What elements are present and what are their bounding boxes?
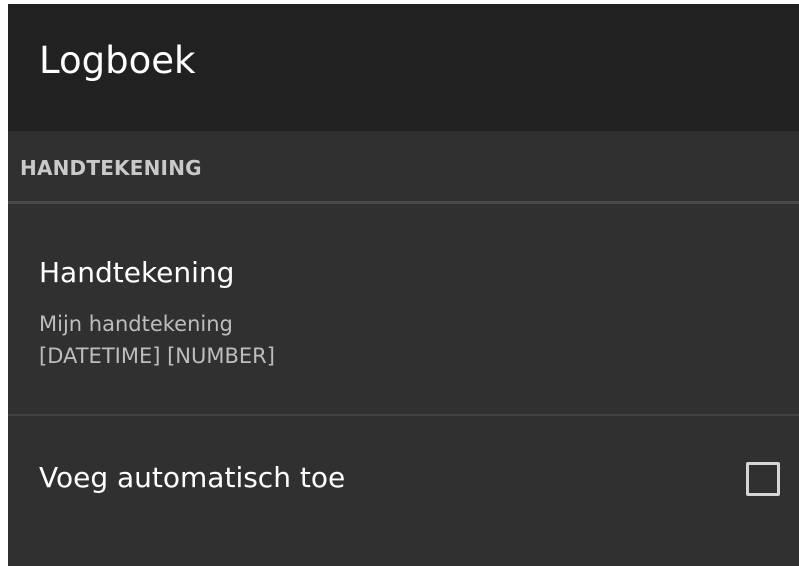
action-bar: Logboek <box>8 4 799 131</box>
auto-add-checkbox[interactable] <box>746 462 780 496</box>
pref-signature-summary-line2: [DATETIME] [NUMBER] <box>39 344 275 368</box>
pref-auto-add-title: Voeg automatisch toe <box>39 461 346 494</box>
preferences-screen: Logboek HANDTEKENING Handtekening Mijn h… <box>8 4 799 566</box>
pref-auto-add[interactable]: Voeg automatisch toe <box>8 417 799 566</box>
category-header: HANDTEKENING <box>8 131 799 201</box>
pref-signature-summary: Mijn handtekening [DATETIME] [NUMBER] <box>39 308 275 372</box>
pref-signature-summary-line1: Mijn handtekening <box>39 312 233 336</box>
pref-signature-title: Handtekening <box>39 256 235 289</box>
action-bar-title: Logboek <box>39 39 196 82</box>
pref-signature[interactable]: Handtekening Mijn handtekening [DATETIME… <box>8 204 799 414</box>
list-divider <box>8 414 799 416</box>
category-title: HANDTEKENING <box>20 156 202 180</box>
